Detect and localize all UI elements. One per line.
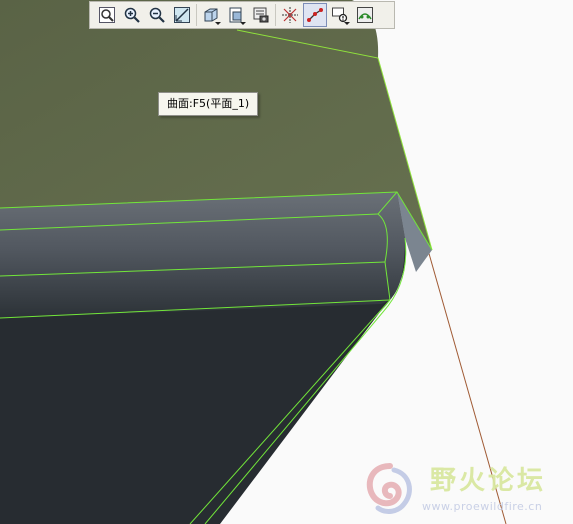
datum-display-icon	[282, 7, 298, 23]
selection-filter-icon	[307, 8, 323, 22]
zoom-in-icon	[124, 7, 140, 23]
toolbar-separator	[196, 4, 197, 26]
model-graphics	[0, 0, 507, 524]
zoom-out-button[interactable]	[145, 3, 169, 27]
chevron-down-icon	[344, 22, 350, 25]
query-select-button[interactable]	[328, 3, 352, 27]
chevron-down-icon	[215, 22, 221, 25]
zoom-in-button[interactable]	[120, 3, 144, 27]
forum-watermark: 野火论坛 www.proewildfire.cn	[360, 458, 572, 522]
refit-zoom-icon	[99, 7, 115, 23]
fillet-face	[0, 192, 405, 318]
watermark-title: 野火论坛	[430, 466, 547, 496]
view-toolbar	[89, 1, 395, 29]
layers-button[interactable]	[249, 3, 273, 27]
layers-icon	[253, 7, 269, 23]
selection-filter-button[interactable]	[303, 3, 327, 27]
toolbar-separator	[275, 4, 276, 26]
appearance-icon	[357, 7, 373, 23]
model-viewport[interactable]	[0, 0, 573, 524]
chevron-down-icon	[240, 22, 246, 25]
watermark-url: www.proewildfire.cn	[422, 500, 543, 513]
reorient-button[interactable]	[170, 3, 194, 27]
saved-views-button[interactable]	[224, 3, 248, 27]
appearance-button[interactable]	[353, 3, 377, 27]
reorient-icon	[174, 7, 190, 23]
selection-tooltip: 曲面:F5(平面_1)	[158, 92, 259, 116]
watermark-logo-icon	[366, 463, 412, 514]
display-style-button[interactable]	[199, 3, 223, 27]
zoom-out-icon	[149, 7, 165, 23]
refit-button[interactable]	[95, 3, 119, 27]
datum-display-button[interactable]	[278, 3, 302, 27]
